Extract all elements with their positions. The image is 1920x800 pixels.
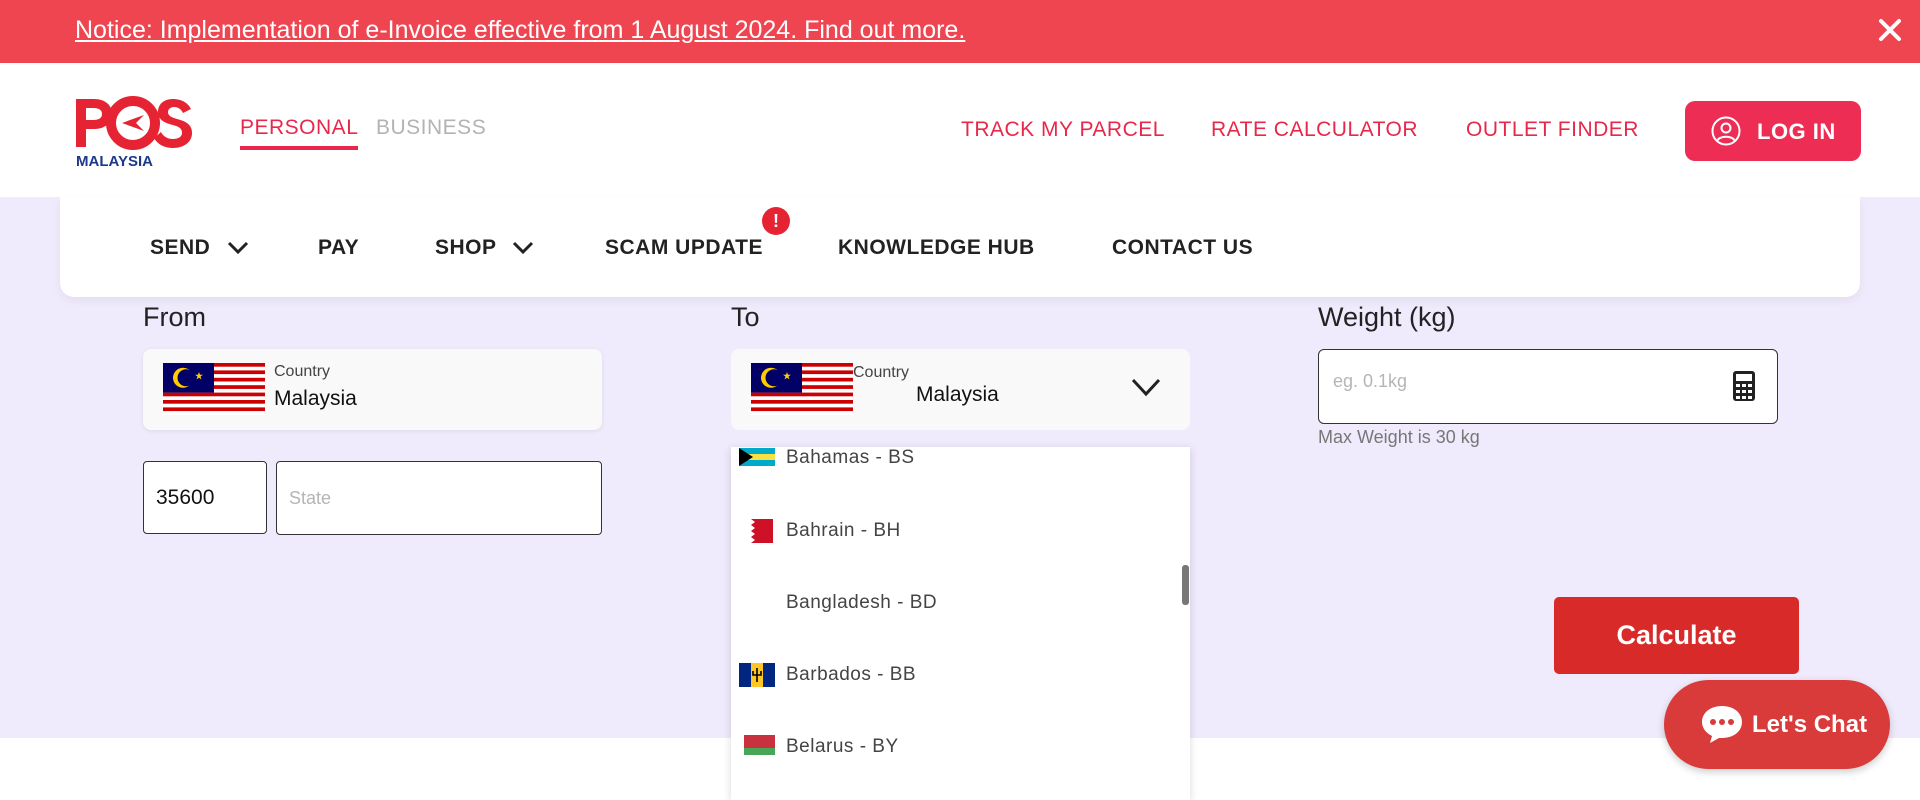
to-label: To <box>731 302 760 332</box>
nav-send[interactable]: SEND <box>150 236 249 260</box>
max-weight-hint: Max Weight is 30 kg <box>1318 427 1480 447</box>
weight-input[interactable] <box>1331 370 1715 393</box>
weight-label: Weight (kg) <box>1318 302 1456 332</box>
calculate-button[interactable]: Calculate <box>1554 597 1799 674</box>
login-label: LOG IN <box>1757 119 1836 144</box>
chevron-down-icon <box>227 242 248 255</box>
chevron-down-icon[interactable] <box>1130 377 1162 399</box>
list-item[interactable]: Barbados - BB <box>731 663 1171 735</box>
bahamas-flag-icon <box>739 448 775 466</box>
to-country-input[interactable] <box>916 383 1036 407</box>
nav-shop[interactable]: SHOP <box>435 236 534 260</box>
dropdown-scrollbar[interactable] <box>1182 565 1189 605</box>
chevron-down-icon <box>513 242 534 255</box>
nav-send-label: SEND <box>150 236 211 259</box>
list-item-label: Barbados - BB <box>786 664 917 685</box>
list-item[interactable]: Bahrain - BH <box>731 519 1171 591</box>
notice-link[interactable]: Notice: Implementation of e-Invoice effe… <box>75 16 965 45</box>
barbados-flag-icon <box>739 663 775 687</box>
list-item[interactable]: Bahamas - BS <box>731 447 1171 519</box>
list-item-label: Belarus - BY <box>786 736 899 757</box>
postcode-input[interactable] <box>143 461 267 534</box>
from-country-field[interactable]: Country Malaysia <box>143 349 602 430</box>
list-item-label: Bangladesh - BD <box>786 592 938 613</box>
chat-button[interactable]: Let's Chat <box>1664 680 1890 769</box>
pos-malaysia-logo[interactable]: MALAYSIA <box>74 95 196 170</box>
to-country-field[interactable]: Country <box>731 349 1190 430</box>
outlet-finder-link[interactable]: OUTLET FINDER <box>1466 118 1639 142</box>
list-item[interactable]: Bangladesh - BD <box>731 591 1171 663</box>
malaysia-flag-icon <box>751 363 853 415</box>
from-label: From <box>143 302 206 332</box>
alert-badge: ! <box>762 207 790 235</box>
list-item-label: Bahrain - BH <box>786 520 901 541</box>
user-icon <box>1711 116 1741 146</box>
state-input[interactable] <box>276 461 602 535</box>
calculator-icon <box>1733 371 1755 401</box>
belarus-flag-icon <box>739 735 775 755</box>
malaysia-flag-icon <box>163 363 265 415</box>
nav-shop-label: SHOP <box>435 236 497 259</box>
from-country-value: Malaysia <box>274 387 357 410</box>
close-icon[interactable] <box>1872 12 1908 48</box>
track-my-parcel-link[interactable]: TRACK MY PARCEL <box>961 118 1165 142</box>
bahrain-flag-icon <box>743 519 773 543</box>
weight-field[interactable] <box>1318 349 1778 424</box>
svg-text:MALAYSIA: MALAYSIA <box>76 153 153 170</box>
list-item-label: Bahamas - BS <box>786 447 915 468</box>
notice-bar: Notice: Implementation of e-Invoice effe… <box>0 0 1920 63</box>
chat-bubble-icon <box>1702 706 1742 743</box>
from-country-label: Country <box>274 363 331 380</box>
nav-scam-update[interactable]: SCAM UPDATE <box>605 236 763 260</box>
country-dropdown-list[interactable]: Bahamas - BS Bahrain - BH Bangladesh - B… <box>731 447 1190 800</box>
rate-calculator-link[interactable]: RATE CALCULATOR <box>1211 118 1418 142</box>
to-country-label: Country <box>853 364 910 381</box>
tab-personal[interactable]: PERSONAL <box>240 116 359 150</box>
nav-knowledge-hub[interactable]: KNOWLEDGE HUB <box>838 236 1035 260</box>
chat-label: Let's Chat <box>1752 711 1868 738</box>
login-button[interactable]: LOG IN <box>1685 101 1861 161</box>
list-item[interactable]: Belarus - BY <box>731 735 1171 800</box>
tab-business[interactable]: BUSINESS <box>376 116 486 140</box>
nav-contact-us[interactable]: CONTACT US <box>1112 236 1253 260</box>
nav-pay[interactable]: PAY <box>318 236 359 260</box>
